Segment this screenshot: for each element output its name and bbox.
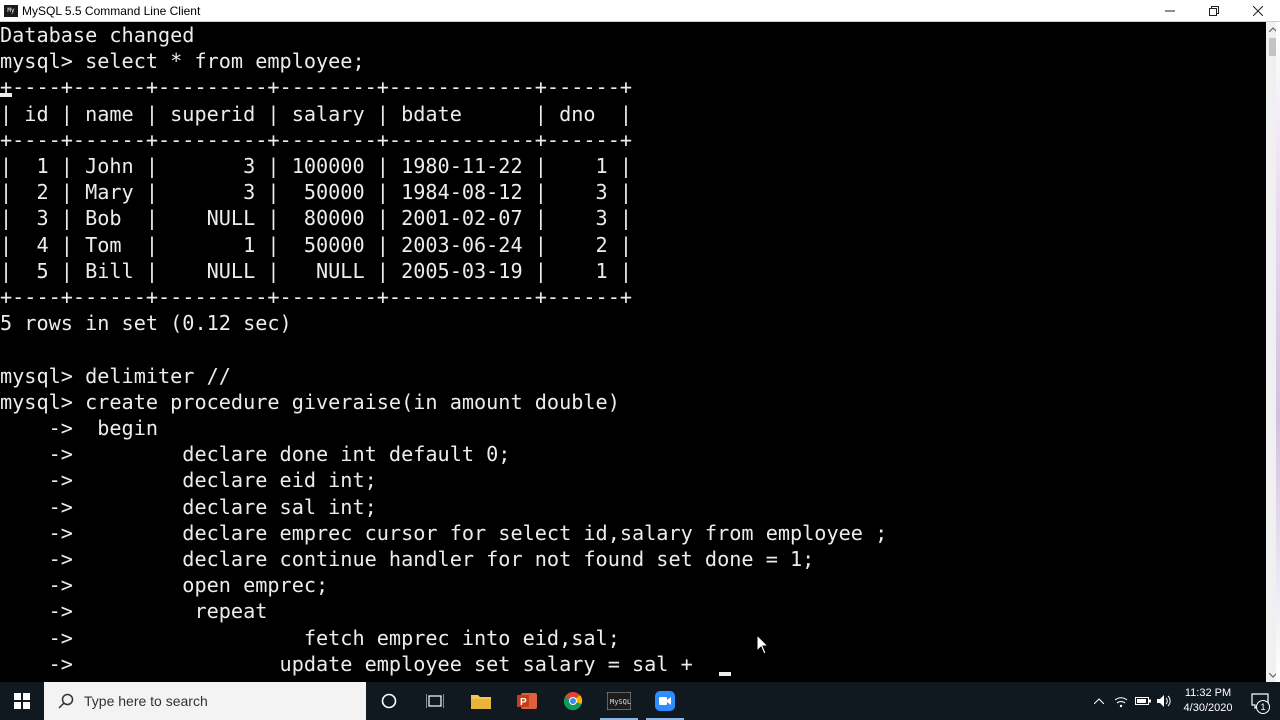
console-line: | 4 | Tom | 1 | 50000 | 2003-06-24 | 2 | — [0, 232, 633, 257]
start-button[interactable] — [0, 682, 44, 720]
restore-button[interactable] — [1192, 0, 1236, 22]
background-window-edge — [1276, 22, 1280, 682]
cortana-icon — [381, 693, 397, 709]
clock-date: 4/30/2020 — [1183, 702, 1233, 714]
console-line: | id | name | superid | salary | bdate |… — [0, 101, 633, 126]
console-line: -> update employee set salary = sal + — [0, 651, 693, 676]
powerpoint-icon: P — [517, 693, 537, 709]
system-tray: 11:32 PM 4/30/2020 1 — [1088, 682, 1280, 720]
window-title-bar[interactable]: My MySQL 5.5 Command Line Client — [0, 0, 1280, 22]
mouse-pointer-icon — [756, 634, 770, 655]
network-button[interactable] — [1110, 682, 1132, 720]
show-hidden-icons-button[interactable] — [1088, 682, 1110, 720]
battery-icon — [1135, 697, 1151, 705]
mysql-console-icon: MySQL — [607, 692, 631, 710]
svg-text:P: P — [520, 697, 527, 708]
console-line: | 5 | Bill | NULL | NULL | 2005-03-19 | … — [0, 258, 633, 283]
console-line: | 2 | Mary | 3 | 50000 | 1984-08-12 | 3 … — [0, 180, 633, 205]
notification-count-badge: 1 — [1256, 700, 1270, 714]
speaker-icon — [1157, 695, 1171, 707]
console-line: 5 rows in set (0.12 sec) — [0, 311, 292, 336]
console-line: +----+------+---------+--------+--------… — [0, 127, 633, 152]
taskbar: Type here to search P MySQL 11:32 PM 4/3… — [0, 682, 1280, 720]
console-output[interactable]: Database changed mysql> select * from em… — [0, 22, 1266, 682]
console-line: Database changed — [0, 23, 195, 47]
console-text: Database changed mysql> select * from em… — [0, 22, 887, 677]
console-line: -> repeat — [0, 599, 268, 624]
task-view-icon — [426, 694, 444, 708]
battery-button[interactable] — [1132, 682, 1154, 720]
taskbar-chrome[interactable] — [550, 682, 596, 720]
minimize-button[interactable] — [1148, 0, 1192, 22]
close-icon — [1253, 5, 1263, 16]
console-line: -> fetch emprec into eid,sal; — [0, 625, 620, 650]
zoom-icon — [655, 691, 675, 711]
clock-time: 11:32 PM — [1184, 687, 1232, 699]
taskbar-zoom[interactable] — [642, 682, 688, 720]
restore-icon — [1209, 5, 1219, 16]
volume-button[interactable] — [1154, 682, 1176, 720]
search-placeholder: Type here to search — [84, 693, 208, 709]
console-line: mysql> delimiter // — [0, 363, 231, 388]
taskbar-clock[interactable]: 11:32 PM 4/30/2020 — [1176, 686, 1240, 716]
wifi-icon — [1114, 697, 1128, 708]
console-line: +----+------+---------+--------+--------… — [0, 75, 633, 100]
taskbar-file-explorer[interactable] — [458, 682, 504, 720]
console-line: | 3 | Bob | NULL | 80000 | 2001-02-07 | … — [0, 206, 633, 231]
search-icon — [58, 693, 74, 709]
console-line: mysql> select * from employee; — [0, 49, 365, 74]
svg-text:MySQL: MySQL — [610, 698, 631, 706]
task-view-button[interactable] — [412, 682, 458, 720]
selection-marker — [0, 93, 12, 97]
window-title: MySQL 5.5 Command Line Client — [22, 3, 201, 18]
console-line: -> declare done int default 0; — [0, 442, 511, 467]
console-line: -> declare eid int; — [0, 468, 377, 493]
minimize-icon — [1165, 10, 1175, 11]
taskbar-powerpoint[interactable]: P — [504, 682, 550, 720]
chrome-icon — [563, 692, 583, 711]
console-line: +----+------+---------+--------+--------… — [0, 285, 633, 310]
console-line: mysql> create procedure giveraise(in amo… — [0, 389, 620, 414]
console-line: -> begin — [0, 416, 159, 441]
console-line: -> declare emprec cursor for select id,s… — [0, 520, 888, 545]
mysql-app-icon[interactable]: My — [4, 4, 18, 17]
console-line: -> declare continue handler for not foun… — [0, 547, 815, 572]
chevron-up-icon — [1094, 698, 1104, 704]
cortana-button[interactable] — [366, 682, 412, 720]
console-line: | 1 | John | 3 | 100000 | 1980-11-22 | 1… — [0, 154, 633, 179]
windows-logo-icon — [14, 693, 30, 709]
folder-icon — [471, 695, 491, 709]
taskbar-mysql-console[interactable]: MySQL — [596, 682, 642, 720]
console-line: -> declare sal int; — [0, 494, 377, 519]
close-button[interactable] — [1236, 0, 1280, 22]
console-line: -> open emprec; — [0, 573, 329, 598]
taskbar-search-box[interactable]: Type here to search — [44, 682, 366, 720]
text-cursor — [719, 672, 731, 676]
action-center-button[interactable]: 1 — [1240, 682, 1280, 720]
